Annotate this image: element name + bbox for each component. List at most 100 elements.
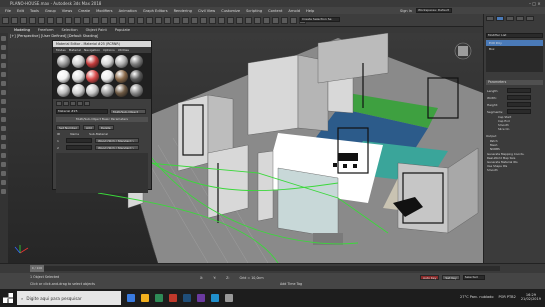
workspace-select[interactable]: Workspaces: Default <box>416 8 452 13</box>
toolbar-tool-icon[interactable] <box>155 16 162 24</box>
layer-icon[interactable] <box>1 99 6 104</box>
mat-menu-item[interactable]: Navigation <box>84 48 100 52</box>
material-sphere[interactable] <box>129 69 143 83</box>
material-sphere[interactable] <box>115 55 128 68</box>
toolbar-tool-icon[interactable] <box>65 16 72 24</box>
taskbar-app-icon[interactable] <box>155 294 163 302</box>
toolbar-tool-icon[interactable] <box>74 16 81 24</box>
window-buttons-icon[interactable]: – □ × <box>529 1 541 6</box>
spacewarp-icon[interactable] <box>1 180 6 185</box>
display-tab-icon[interactable] <box>526 16 534 21</box>
material-sphere[interactable] <box>115 69 128 83</box>
material-icon[interactable] <box>1 135 6 140</box>
toolbar-tool-icon[interactable] <box>2 16 9 24</box>
material-sphere[interactable] <box>71 84 85 97</box>
mat-menu-item[interactable]: Material <box>69 48 81 52</box>
move-icon[interactable] <box>1 45 6 50</box>
modify-tab-icon[interactable] <box>496 16 504 21</box>
menu-item[interactable]: Graph Editors <box>142 9 169 13</box>
material-sphere[interactable] <box>86 69 99 83</box>
toolbar-tool-icon[interactable] <box>200 16 207 24</box>
modifier-stack-item[interactable]: Box <box>486 46 543 52</box>
param-spinner[interactable] <box>507 109 531 114</box>
add-button[interactable]: Add <box>82 125 95 130</box>
selection-set-dropdown[interactable]: Create Selection Se <box>300 17 340 22</box>
toolbar-tool-icon[interactable] <box>110 16 117 24</box>
menu-item[interactable]: Create <box>77 9 91 13</box>
menu-item[interactable]: Scripting <box>245 9 263 13</box>
toolbar-tool-icon[interactable] <box>182 16 189 24</box>
render-icon[interactable] <box>1 126 6 131</box>
menu-item[interactable]: Animation <box>118 9 138 13</box>
toolbar-tool-icon[interactable] <box>83 16 90 24</box>
submat-button[interactable]: Wood (Std) ( Standard ) <box>95 145 139 150</box>
submat-name-field[interactable] <box>66 138 92 143</box>
scale-icon[interactable] <box>1 63 6 68</box>
add-time-tag[interactable]: Add Time Tag <box>280 282 302 286</box>
tab-freeform[interactable]: Freeform <box>38 28 54 32</box>
mat-menu-item[interactable]: Modes <box>56 48 66 52</box>
toolbar-tool-icon[interactable] <box>209 16 216 24</box>
get-material-icon[interactable] <box>56 101 62 106</box>
material-sphere[interactable] <box>129 55 143 68</box>
material-sphere[interactable] <box>115 84 128 97</box>
menu-item[interactable]: Customize <box>220 9 241 13</box>
toolbar-tool-icon[interactable] <box>11 16 18 24</box>
material-sphere[interactable] <box>86 84 99 97</box>
toolbar-tool-icon[interactable] <box>29 16 36 24</box>
system-icon[interactable] <box>1 189 6 194</box>
clock[interactable]: 16:29 21/02/2019 <box>521 293 541 301</box>
toolbar-tool-icon[interactable] <box>245 16 252 24</box>
assign-icon[interactable] <box>63 101 69 106</box>
curve-icon[interactable] <box>1 108 6 113</box>
toolbar-tool-icon[interactable] <box>218 16 225 24</box>
col-name-header[interactable]: Name <box>70 132 79 136</box>
reset-icon[interactable] <box>70 101 76 106</box>
toolbar-tool-icon[interactable] <box>128 16 135 24</box>
taskbar-app-icon[interactable] <box>225 294 233 302</box>
motion-tab-icon[interactable] <box>516 16 524 21</box>
taskbar-app-icon[interactable] <box>211 294 219 302</box>
tab-modeling[interactable]: Modeling <box>14 28 30 32</box>
set-number-button[interactable]: Set Number <box>56 125 80 130</box>
toolbar-tool-icon[interactable] <box>290 16 297 24</box>
menu-item[interactable]: Help <box>305 9 315 13</box>
menu-item[interactable]: Edit <box>16 9 25 13</box>
tray-language[interactable]: POR PTB2 <box>499 295 516 299</box>
mirror-icon[interactable] <box>1 81 6 86</box>
submaterial-row[interactable]: 1 Wood (Std) ( Standard ) <box>53 137 151 144</box>
key-filter-select[interactable]: Selected <box>462 275 485 280</box>
toolbar-tool-icon[interactable] <box>20 16 27 24</box>
material-slots[interactable] <box>53 53 151 99</box>
align-icon[interactable] <box>1 90 6 95</box>
smooth-checkbox[interactable]: Smooth <box>487 168 542 172</box>
time-slider[interactable]: 0 / 100 <box>0 263 545 273</box>
toolbar-tool-icon[interactable] <box>101 16 108 24</box>
material-sphere[interactable] <box>57 69 70 83</box>
material-sphere[interactable] <box>57 84 70 97</box>
select-icon[interactable] <box>1 36 6 41</box>
param-spinner[interactable] <box>507 102 531 107</box>
toolbar-tool-icon[interactable] <box>119 16 126 24</box>
tab-selection[interactable]: Selection <box>62 28 78 32</box>
taskbar-app-icon[interactable] <box>197 294 205 302</box>
material-sphere[interactable] <box>71 55 85 68</box>
toolbar-tool-icon[interactable] <box>236 16 243 24</box>
window-controls[interactable]: – □ × <box>529 1 543 6</box>
toolbar-tool-icon[interactable] <box>281 16 288 24</box>
modifier-stack[interactable]: Edit Poly Box <box>486 40 543 72</box>
material-type-button[interactable]: Multi/Sub-Object <box>110 109 146 114</box>
toolbar-tool-icon[interactable] <box>173 16 180 24</box>
menu-item[interactable]: Views <box>61 9 73 13</box>
material-rollout-header[interactable]: Multi/Sub-Object Basic Parameters <box>56 117 148 122</box>
taskbar-app-icon[interactable] <box>127 294 135 302</box>
tab-object-paint[interactable]: Object Paint <box>86 28 107 32</box>
menu-item[interactable]: Arnold <box>287 9 301 13</box>
mat-menu-item[interactable]: Utilities <box>118 48 129 52</box>
set-key-button[interactable]: Set Key <box>442 275 460 280</box>
taskbar-app-icon[interactable] <box>141 294 149 302</box>
toolbar-tool-icon[interactable] <box>146 16 153 24</box>
taskbar-search[interactable]: ⌕ Digite aqui para pesquisar <box>17 291 121 305</box>
teapot-icon[interactable] <box>1 144 6 149</box>
parameters-rollout[interactable]: Parameters <box>486 80 543 85</box>
